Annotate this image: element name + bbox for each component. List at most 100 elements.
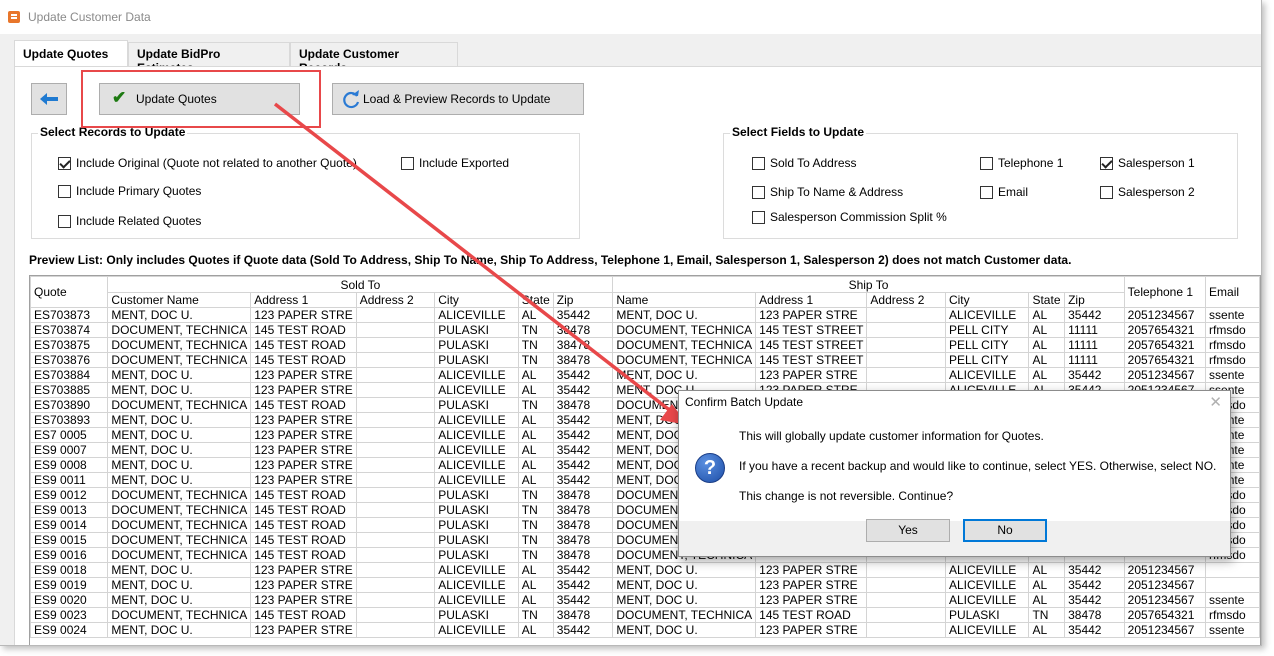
table-cell: 145 TEST STREET — [755, 337, 868, 353]
ship-to-option[interactable]: Ship To Name & Address — [752, 185, 903, 199]
table-cell: DOCUMENT, TECHNICA — [612, 337, 757, 353]
table-cell: ssente — [1205, 307, 1260, 323]
table-row[interactable]: ES703875 DOCUMENT, TECHNICA 145 TEST ROAD P… — [30, 337, 1260, 353]
table-cell: MENT, DOC U. — [612, 622, 757, 638]
question-icon: ? — [695, 453, 725, 483]
table-cell: ES9 0015 — [30, 532, 109, 548]
email-checkbox[interactable] — [980, 185, 993, 199]
table-cell — [355, 457, 436, 473]
table-cell: PULASKI — [434, 502, 519, 518]
table-cell: AL — [517, 367, 554, 383]
table-row[interactable]: ES9 0024 MENT, DOC U. 123 PAPER STRE ALICEV… — [30, 622, 1260, 638]
update-quotes-button[interactable]: ✔ Update Quotes — [99, 83, 300, 115]
no-button[interactable]: No — [963, 519, 1047, 542]
column-header-ship-name[interactable]: Name — [612, 292, 757, 308]
table-cell: 123 PAPER STRE — [755, 307, 868, 323]
telephone1-checkbox[interactable] — [980, 156, 993, 170]
column-header-sold-address1[interactable]: Address 1 — [250, 292, 357, 308]
table-cell: 38478 — [552, 517, 614, 533]
table-row[interactable]: ES703876 DOCUMENT, TECHNICA 145 TEST ROAD P… — [30, 352, 1260, 368]
table-cell — [1205, 562, 1260, 578]
table-cell: ES9 0023 — [30, 607, 109, 623]
include-related-checkbox[interactable] — [58, 214, 71, 228]
include-exported-label: Include Exported — [419, 156, 510, 170]
table-row[interactable]: ES9 0019 MENT, DOC U. 123 PAPER STRE ALICEV… — [30, 577, 1260, 593]
table-cell: MENT, DOC U. — [107, 427, 252, 443]
ship-to-checkbox[interactable] — [752, 185, 765, 199]
salesperson2-checkbox[interactable] — [1100, 185, 1113, 199]
table-cell: ES703873 — [30, 307, 109, 323]
column-header-quote[interactable]: Quote — [30, 276, 109, 308]
tab-update-quotes[interactable]: Update Quotes — [14, 40, 128, 66]
table-row[interactable]: ES9 0018 MENT, DOC U. 123 PAPER STRE ALICEV… — [30, 562, 1260, 578]
table-cell: AL — [517, 562, 554, 578]
column-header-customer-name[interactable]: Customer Name — [107, 292, 252, 308]
table-cell: 38478 — [1064, 607, 1125, 623]
include-primary-checkbox[interactable] — [58, 184, 71, 198]
include-original-option[interactable]: Include Original (Quote not related to a… — [58, 156, 357, 170]
table-row[interactable]: ES703874 DOCUMENT, TECHNICA 145 TEST ROAD P… — [30, 322, 1260, 338]
yes-button[interactable]: Yes — [866, 519, 950, 542]
include-related-option[interactable]: Include Related Quotes — [58, 214, 201, 228]
column-header-sold-state[interactable]: State — [517, 292, 554, 308]
table-cell — [355, 322, 436, 338]
table-row[interactable]: ES703884 MENT, DOC U. 123 PAPER STRE ALICEV… — [30, 367, 1260, 383]
table-cell — [355, 577, 436, 593]
commission-split-option[interactable]: Salesperson Commission Split % — [752, 210, 947, 224]
include-exported-option[interactable]: Include Exported — [401, 156, 509, 170]
table-row[interactable]: ES703873 MENT, DOC U. 123 PAPER STRE ALICEV… — [30, 307, 1260, 323]
table-cell: PULASKI — [434, 337, 519, 353]
tab-update-bidpro-estimates[interactable]: Update BidPro Estimates — [128, 42, 290, 75]
telephone1-option[interactable]: Telephone 1 — [980, 156, 1063, 170]
column-header-ship-city[interactable]: City — [944, 292, 1030, 308]
table-cell: 145 TEST ROAD — [250, 517, 357, 533]
table-cell: ALICEVILLE — [434, 457, 519, 473]
load-preview-button[interactable]: Load & Preview Records to Update — [332, 83, 584, 115]
table-cell: 123 PAPER STRE — [250, 367, 357, 383]
back-button[interactable] — [31, 83, 67, 115]
include-original-checkbox[interactable] — [58, 156, 71, 170]
close-icon[interactable]: ✕ — [1209, 393, 1222, 411]
column-header-ship-address2[interactable]: Address 2 — [866, 292, 946, 308]
table-cell: ALICEVILLE — [434, 382, 519, 398]
table-cell: TN — [517, 487, 554, 503]
table-cell: ES9 0020 — [30, 592, 109, 608]
column-header-email[interactable]: Email — [1205, 276, 1260, 308]
column-header-sold-zip[interactable]: Zip — [552, 292, 614, 308]
column-header-ship-address1[interactable]: Address 1 — [755, 292, 868, 308]
tab-update-customer-records[interactable]: Update Customer Records — [290, 42, 458, 75]
table-cell: 123 PAPER STRE — [755, 367, 868, 383]
column-header-sold-city[interactable]: City — [434, 292, 519, 308]
ship-to-group-header: Ship To — [612, 276, 1125, 293]
table-cell: ssente — [1205, 367, 1260, 383]
back-arrow-icon — [40, 93, 58, 105]
salesperson2-option[interactable]: Salesperson 2 — [1100, 185, 1195, 199]
table-row[interactable]: ES9 0020 MENT, DOC U. 123 PAPER STRE ALICEV… — [30, 592, 1260, 608]
table-cell: ALICEVILLE — [944, 367, 1030, 383]
salesperson1-checkbox[interactable] — [1100, 156, 1113, 170]
table-cell — [355, 622, 436, 638]
table-cell: PULASKI — [434, 397, 519, 413]
column-header-telephone1[interactable]: Telephone 1 — [1123, 276, 1207, 308]
table-cell: ES9 0016 — [30, 547, 109, 563]
sold-to-address-option[interactable]: Sold To Address — [752, 156, 857, 170]
table-cell: DOCUMENT, TECHNICA — [107, 502, 252, 518]
sold-to-address-checkbox[interactable] — [752, 156, 765, 170]
table-cell: rfmsdo — [1205, 352, 1260, 368]
include-primary-option[interactable]: Include Primary Quotes — [58, 184, 201, 198]
table-cell: 145 TEST ROAD — [250, 502, 357, 518]
table-cell: MENT, DOC U. — [107, 412, 252, 428]
commission-split-checkbox[interactable] — [752, 210, 765, 224]
table-cell — [355, 367, 436, 383]
salesperson1-option[interactable]: Salesperson 1 — [1100, 156, 1195, 170]
email-option[interactable]: Email — [980, 185, 1028, 199]
table-row[interactable]: ES9 0023 DOCUMENT, TECHNICA 145 TEST ROAD P… — [30, 607, 1260, 623]
include-exported-checkbox[interactable] — [401, 156, 414, 170]
table-cell: ES703885 — [30, 382, 109, 398]
tab-strip: Update Quotes Update BidPro Estimates Up… — [14, 40, 458, 75]
column-header-sold-address2[interactable]: Address 2 — [355, 292, 436, 308]
table-cell: ALICEVILLE — [944, 592, 1030, 608]
column-header-ship-zip[interactable]: Zip — [1064, 292, 1125, 308]
column-header-ship-state[interactable]: State — [1028, 292, 1066, 308]
table-cell: DOCUMENT, TECHNICA — [107, 517, 252, 533]
